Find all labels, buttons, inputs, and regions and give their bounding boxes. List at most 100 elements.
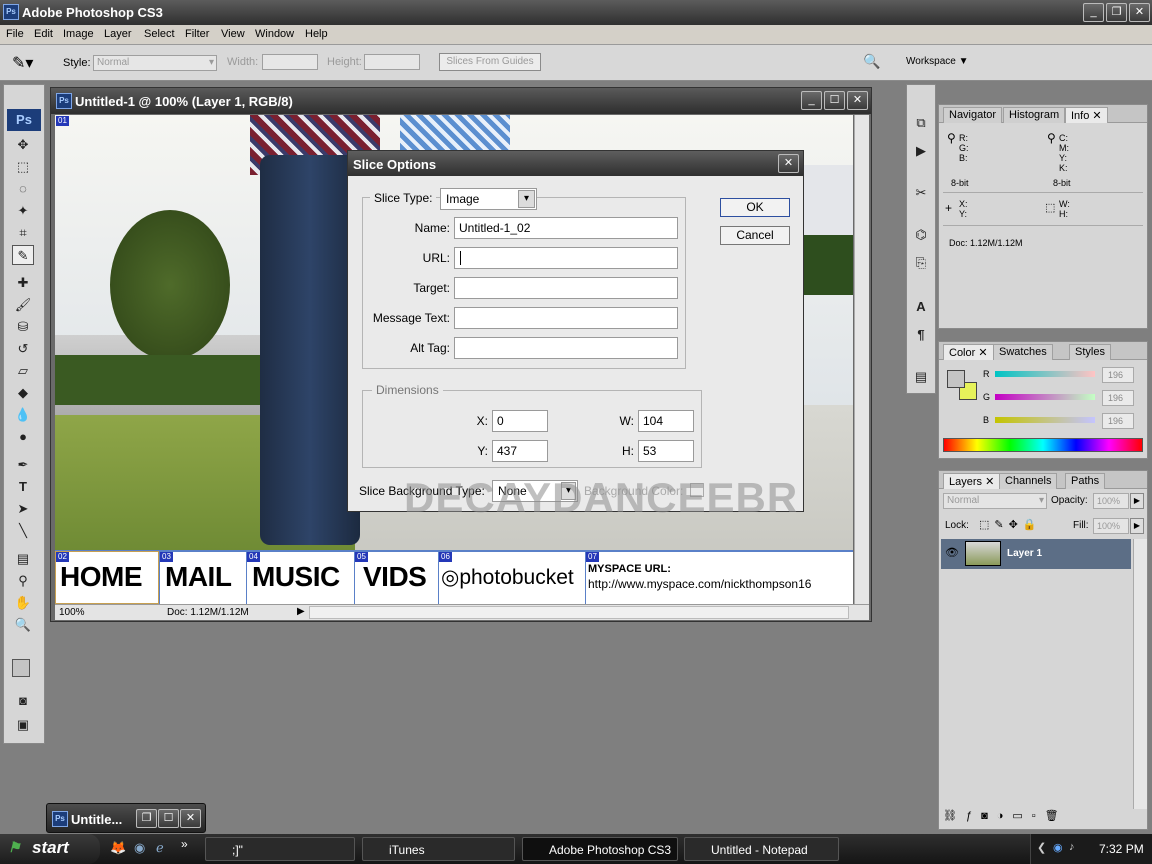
layer-row-layer-1[interactable]: 👁 Layer 1 <box>941 539 1131 569</box>
blend-mode-dropdown[interactable]: Normal ▾ <box>943 493 1047 509</box>
healing-brush-icon[interactable]: ✚ <box>12 273 34 293</box>
layer-actions-bar[interactable]: ⛓ƒ◙◑▭▫🗑 <box>943 809 1143 827</box>
brush-tool-icon[interactable]: 🖌 <box>12 295 34 315</box>
target-input[interactable] <box>454 277 678 299</box>
browser-icon[interactable]: ◉ <box>134 840 145 856</box>
fill-arrow-icon[interactable]: ▶ <box>1130 518 1144 534</box>
tab-navigator[interactable]: Navigator <box>943 107 1003 123</box>
opacity-arrow-icon[interactable]: ▶ <box>1130 493 1144 509</box>
paint-bucket-icon[interactable]: ◆ <box>12 383 34 403</box>
brushes-panel-icon[interactable]: ⌬ <box>910 225 932 245</box>
slice-type-dropdown[interactable]: Image ▾ <box>440 188 537 210</box>
r-value[interactable]: 196 <box>1102 367 1134 383</box>
opacity-input[interactable]: 100% <box>1093 493 1129 509</box>
w-input[interactable]: 104 <box>638 410 694 432</box>
layer-comps-icon[interactable]: ▤ <box>910 367 932 387</box>
ie-icon[interactable]: ℯ <box>156 840 164 856</box>
minimize-button[interactable]: _ <box>1083 3 1104 22</box>
line-tool-icon[interactable]: ╲ <box>12 521 34 541</box>
workspace-button[interactable]: Workspace ▼ <box>906 56 969 67</box>
tab-channels[interactable]: Channels <box>999 473 1058 489</box>
slice-tool-icon[interactable]: ✎ <box>12 245 34 265</box>
doc-minimize-button[interactable]: _ <box>801 91 822 110</box>
menu-file[interactable]: File <box>6 28 24 40</box>
width-input[interactable] <box>262 54 318 70</box>
menu-view[interactable]: View <box>221 28 245 40</box>
b-value[interactable]: 196 <box>1102 413 1134 429</box>
clone-stamp-icon[interactable]: ⛁ <box>12 317 34 337</box>
foreground-color-swatch[interactable] <box>12 659 30 677</box>
start-button[interactable]: ⚑ start <box>0 834 100 864</box>
dialog-close-button[interactable]: ✕ <box>778 154 799 173</box>
layers-scrollbar[interactable] <box>1133 539 1147 809</box>
menu-filter[interactable]: Filter <box>185 28 209 40</box>
close-button[interactable]: ✕ <box>1129 3 1150 22</box>
quicklaunch-more-icon[interactable]: » <box>181 837 188 851</box>
horizontal-scrollbar[interactable] <box>309 606 849 619</box>
task-photoshop[interactable]: Adobe Photoshop CS3 <box>522 837 678 861</box>
quick-mask-icon[interactable]: ◙ <box>12 691 34 711</box>
history-brush-icon[interactable]: ↺ <box>12 339 34 359</box>
color-foreground-swatch[interactable] <box>947 370 965 388</box>
marquee-tool-icon[interactable]: ⬚ <box>12 157 34 177</box>
history-panel-icon[interactable]: ⧉ <box>910 113 932 133</box>
style-dropdown[interactable]: Normal ▾ <box>93 55 217 71</box>
tray-expand-icon[interactable]: ❮ <box>1037 841 1046 854</box>
g-slider[interactable] <box>995 394 1095 400</box>
minimized-maximize-button[interactable]: ☐ <box>158 809 179 828</box>
magic-wand-icon[interactable]: ✦ <box>12 201 34 221</box>
menu-edit[interactable]: Edit <box>34 28 53 40</box>
eye-icon[interactable]: 👁 <box>945 546 959 559</box>
color-spectrum[interactable] <box>943 438 1143 452</box>
menu-help[interactable]: Help <box>305 28 328 40</box>
task-itunes[interactable]: iTunes <box>362 837 515 861</box>
crop-tool-icon[interactable]: ⌗ <box>12 223 34 243</box>
task-messenger[interactable]: ;]" <box>205 837 355 861</box>
tab-layers[interactable]: Layers ✕ <box>943 473 1001 489</box>
type-tool-icon[interactable]: T <box>12 477 34 497</box>
lock-icons[interactable]: ⬚✎✥🔒 <box>979 518 1042 531</box>
zoom-tool-icon[interactable]: 🔍 <box>12 615 34 635</box>
tab-swatches[interactable]: Swatches <box>993 344 1053 360</box>
ok-button[interactable]: OK <box>720 198 790 217</box>
y-input[interactable]: 437 <box>492 440 548 462</box>
screen-mode-icon[interactable]: ▣ <box>12 715 34 735</box>
selected-slice-outline[interactable] <box>55 551 159 604</box>
height-input[interactable] <box>364 54 420 70</box>
tab-color[interactable]: Color ✕ <box>943 344 994 360</box>
message-text-input[interactable] <box>454 307 678 329</box>
b-slider[interactable] <box>995 417 1095 423</box>
doc-close-button[interactable]: ✕ <box>847 91 868 110</box>
tool-presets-icon[interactable]: ✂ <box>910 183 932 203</box>
status-menu-arrow-icon[interactable]: ▶ <box>297 606 305 617</box>
tray-volume-icon[interactable]: ♪ <box>1069 841 1075 853</box>
clone-source-icon[interactable]: ⎘ <box>910 253 932 273</box>
minimized-restore-button[interactable]: ❐ <box>136 809 157 828</box>
dodge-tool-icon[interactable]: ● <box>12 427 34 447</box>
tray-network-icon[interactable]: ◉ <box>1053 841 1063 854</box>
tab-styles[interactable]: Styles <box>1069 344 1111 360</box>
vertical-scrollbar[interactable] <box>854 115 869 605</box>
blur-tool-icon[interactable]: 💧 <box>12 405 34 425</box>
alt-tag-input[interactable] <box>454 337 678 359</box>
menu-select[interactable]: Select <box>144 28 175 40</box>
g-value[interactable]: 196 <box>1102 390 1134 406</box>
restore-button[interactable]: ❐ <box>1106 3 1127 22</box>
menu-image[interactable]: Image <box>63 28 94 40</box>
paragraph-panel-icon[interactable]: ¶ <box>910 325 932 345</box>
cancel-button[interactable]: Cancel <box>720 226 790 245</box>
tab-histogram[interactable]: Histogram <box>1003 107 1066 123</box>
firefox-icon[interactable]: 🦊 <box>110 840 126 856</box>
url-input[interactable] <box>454 247 678 269</box>
minimized-document[interactable]: Ps Untitle... ❐ ☐ ✕ <box>46 803 206 833</box>
hand-tool-icon[interactable]: ✋ <box>12 593 34 613</box>
actions-panel-icon[interactable]: ▶ <box>910 141 932 161</box>
name-input[interactable]: Untitled-1_02 <box>454 217 678 239</box>
lasso-tool-icon[interactable]: ◌ <box>12 179 34 199</box>
character-panel-icon[interactable]: A <box>910 297 932 317</box>
fill-input[interactable]: 100% <box>1093 518 1129 534</box>
x-input[interactable]: 0 <box>492 410 548 432</box>
slice-select-tool-icon[interactable]: ✎▾ <box>12 53 33 73</box>
path-selection-icon[interactable]: ➤ <box>12 499 34 519</box>
tab-paths[interactable]: Paths <box>1065 473 1106 489</box>
